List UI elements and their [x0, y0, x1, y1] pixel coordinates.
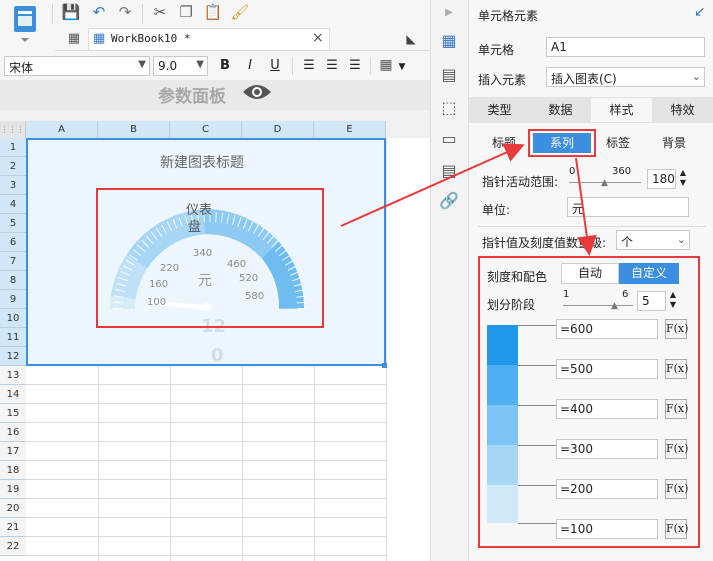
annotation-arrows — [340, 143, 597, 256]
